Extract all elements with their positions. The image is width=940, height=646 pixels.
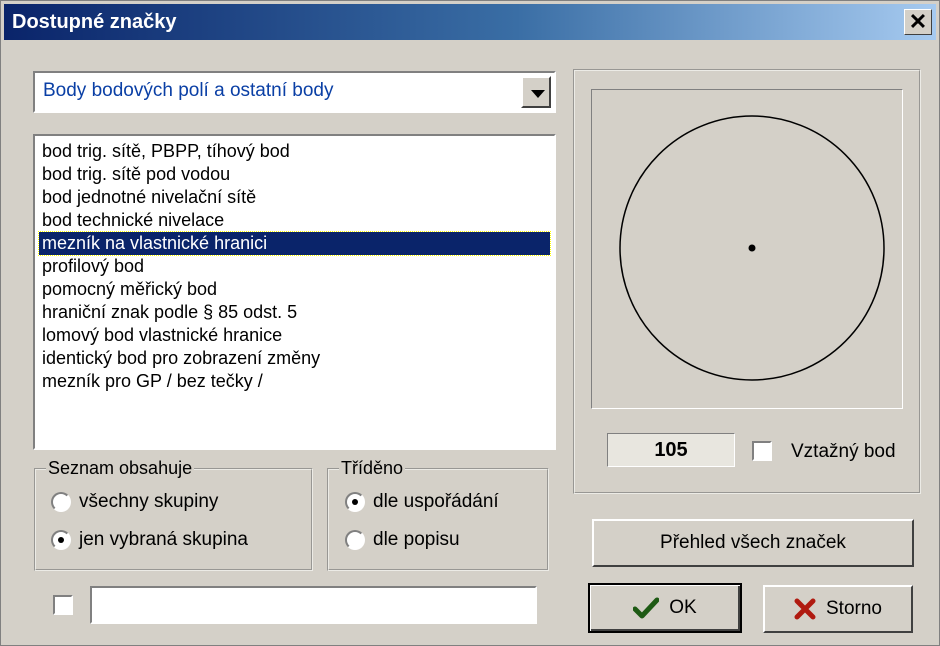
filter-input[interactable] (90, 586, 537, 624)
cancel-label: Storno (826, 598, 882, 619)
list-item[interactable]: lomový bod vlastnické hranice (39, 324, 550, 347)
category-selected: Body bodových polí a ostatní body (43, 80, 334, 101)
radio-button-checked[interactable] (345, 492, 365, 512)
close-button[interactable]: ✕ (904, 9, 932, 35)
sorted-group: Tříděno dle uspořádání dle popisu (327, 458, 549, 571)
ok-label: OK (669, 597, 697, 618)
sorted-label: Tříděno (339, 458, 406, 478)
list-item[interactable]: bod technické nivelace (39, 209, 550, 232)
filter-checkbox[interactable] (53, 595, 73, 615)
dialog-window: Dostupné značky ✕ Body bodových polí a o… (0, 0, 940, 646)
radio-label: všechny skupiny (79, 491, 219, 512)
boundary-mark-symbol (619, 115, 885, 381)
list-item[interactable]: bod trig. sítě pod vodou (39, 163, 550, 186)
radio-label: jen vybraná skupina (79, 529, 248, 550)
reference-point-label: Vztažný bod (791, 441, 896, 462)
category-dropdown[interactable]: Body bodových polí a ostatní body (33, 71, 556, 113)
list-item[interactable]: hraniční znak podle § 85 odst. 5 (39, 301, 550, 324)
radio-label: dle popisu (373, 529, 460, 550)
overview-button[interactable]: Přehled všech značek (592, 519, 914, 567)
close-icon: ✕ (908, 9, 928, 34)
list-item[interactable]: identický bod pro zobrazení změny (39, 347, 550, 370)
ok-button[interactable]: OK (588, 583, 742, 633)
marks-listbox[interactable]: bod trig. sítě, PBPP, tíhový bod bod tri… (33, 134, 556, 450)
cancel-button[interactable]: Storno (763, 585, 913, 633)
radio-button[interactable] (345, 530, 365, 550)
radio-button-checked[interactable] (51, 530, 71, 550)
radio-label: dle uspořádání (373, 491, 499, 512)
list-item[interactable]: bod trig. sítě, PBPP, tíhový bod (39, 140, 550, 163)
list-item[interactable]: bod jednotné nivelační sítě (39, 186, 550, 209)
list-item[interactable]: mezník pro GP / bez tečky / (39, 370, 550, 393)
x-icon (794, 598, 816, 620)
radio-button[interactable] (51, 492, 71, 512)
mark-preview (591, 89, 903, 409)
mark-code: 105 (607, 433, 735, 467)
chevron-down-icon[interactable] (521, 76, 551, 108)
list-item[interactable]: profilový bod (39, 255, 550, 278)
list-contains-label: Seznam obsahuje (46, 458, 195, 478)
window-title: Dostupné značky (12, 11, 177, 33)
list-contains-group: Seznam obsahuje všechny skupiny jen vybr… (34, 458, 313, 571)
title-bar[interactable]: Dostupné značky ✕ (4, 4, 936, 40)
check-icon (633, 597, 660, 619)
overview-label: Přehled všech značek (660, 532, 846, 553)
list-item-selected[interactable]: mezník na vlastnické hranici (38, 231, 551, 256)
reference-point-checkbox[interactable] (752, 441, 772, 461)
list-item[interactable]: pomocný měřický bod (39, 278, 550, 301)
